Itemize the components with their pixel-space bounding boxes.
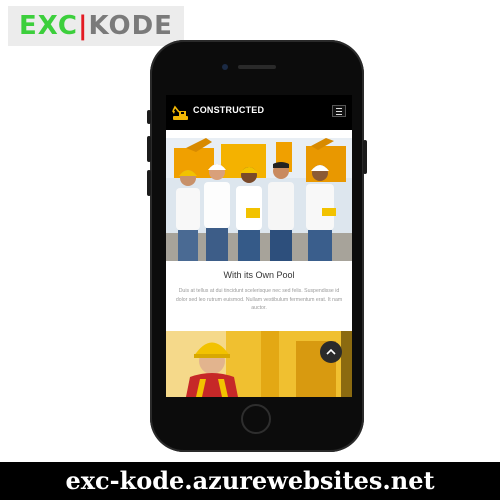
footer-url: exc-kode.azurewebsites.net: [65, 466, 435, 495]
hamburger-menu-icon[interactable]: [332, 105, 346, 117]
phone-mockup: CONSTRUCTED With its Own Pool Duis at te…: [147, 40, 367, 452]
site-header: CONSTRUCTED: [166, 95, 352, 130]
card-body-text: Duis at tellus at dui tincidunt sceleris…: [175, 288, 343, 312]
hero-image-workers: [166, 138, 352, 261]
volume-down-button: [147, 170, 151, 196]
watermark-bar: |: [78, 11, 89, 41]
footer-banner: exc-kode.azurewebsites.net: [0, 462, 500, 500]
excavator-icon[interactable]: [172, 104, 189, 121]
watermark-exc: EXC: [19, 11, 79, 41]
front-camera: [222, 64, 228, 70]
chevron-up-icon[interactable]: [320, 341, 342, 363]
card-title: With its Own Pool: [223, 270, 295, 280]
volume-up-button: [147, 136, 151, 162]
brand-name[interactable]: CONSTRUCTED: [193, 105, 264, 115]
mute-switch: [147, 110, 151, 124]
watermark-logo: EXC|KODE: [8, 6, 184, 46]
earpiece-speaker: [238, 65, 276, 69]
phone-screen: CONSTRUCTED With its Own Pool Duis at te…: [166, 95, 352, 397]
home-button[interactable]: [241, 404, 271, 434]
watermark-kode: KODE: [88, 11, 173, 41]
power-button: [363, 140, 367, 174]
watermark-text: EXC|KODE: [8, 6, 184, 46]
